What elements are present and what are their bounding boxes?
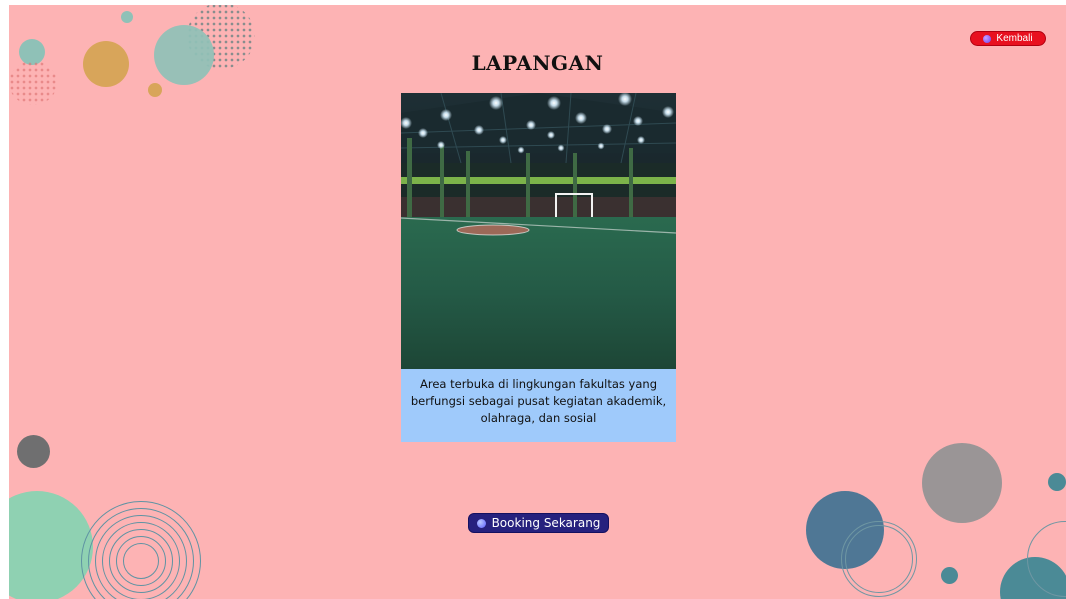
facility-description: Area terbuka di lingkungan fakultas yang… (401, 369, 676, 442)
facility-card: Area terbuka di lingkungan fakultas yang… (401, 93, 676, 442)
page-title: LAPANGAN (471, 51, 604, 75)
decor-circle (121, 11, 133, 23)
futsal-court-photo (401, 93, 676, 369)
decor-ring (123, 543, 159, 579)
decor-circle (148, 83, 162, 97)
back-button[interactable]: Kembali (970, 31, 1046, 46)
bullet-dot-icon (983, 34, 992, 43)
decor-circle (9, 491, 93, 599)
decor-circle (922, 443, 1002, 523)
decor-circle (17, 435, 50, 468)
booking-button[interactable]: Booking Sekarang (468, 513, 609, 533)
decor-circle (1048, 473, 1066, 491)
bullet-dot-icon (476, 518, 486, 528)
decor-circle (941, 567, 958, 584)
back-button-label: Kembali (996, 33, 1033, 44)
page-background: Kembali LAPANGAN Area terbuka di lingkun… (9, 5, 1066, 599)
decor-ring (845, 525, 913, 593)
booking-button-label: Booking Sekarang (491, 516, 601, 530)
